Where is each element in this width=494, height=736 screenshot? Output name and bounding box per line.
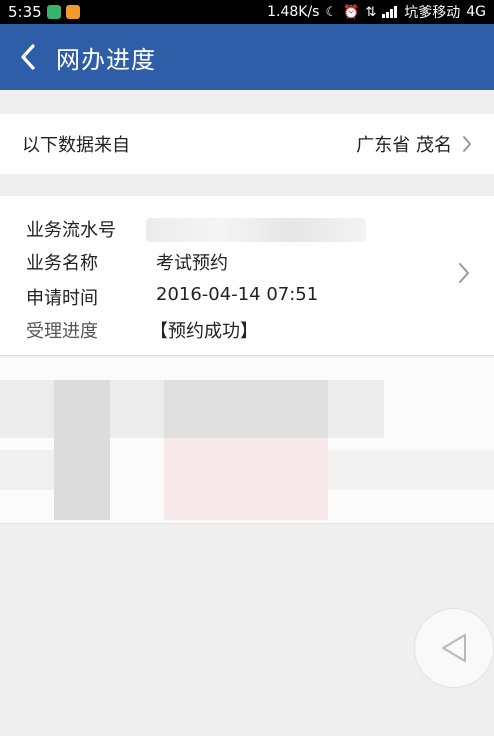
- serial-value-redacted: [146, 218, 366, 242]
- floating-back-button[interactable]: [414, 608, 494, 688]
- carrier-name: 坑爹移动: [404, 5, 461, 21]
- back-button[interactable]: [0, 24, 56, 90]
- progress-value: 【预约成功】: [150, 321, 258, 342]
- chevron-left-icon: [21, 44, 35, 70]
- chevron-right-icon: [459, 263, 469, 283]
- time-value: 2016-04-14 07:51: [156, 284, 319, 305]
- data-transfer-icon: ⇅: [365, 4, 377, 20]
- alarm-icon: ⏰: [343, 4, 360, 20]
- time-label: 申请时间: [26, 288, 98, 309]
- serial-label: 业务流水号: [26, 220, 116, 241]
- signal-icon: [382, 6, 398, 18]
- time-row: 申请时间 2016-04-14 07:51: [26, 284, 318, 310]
- title-bar: 网办进度: [0, 24, 494, 90]
- progress-label: 受理进度: [26, 321, 98, 342]
- name-value: 考试预约: [156, 253, 228, 274]
- app-notification-icon-2: [65, 5, 80, 19]
- moon-icon: ☾: [325, 4, 338, 20]
- network-speed: 1.48K/s: [267, 4, 320, 20]
- progress-record-card[interactable]: 业务流水号 业务名称 考试预约 申请时间 2016-04-14 07:51 受理…: [0, 196, 494, 356]
- redacted-record-area: [0, 358, 494, 524]
- name-label: 业务名称: [26, 253, 98, 274]
- serial-row: 业务流水号: [26, 216, 156, 242]
- data-source-location: 广东省 茂名: [356, 135, 452, 156]
- status-bar: 5:35 1.48K/s ☾ ⏰ ⇅ 坑爹移动 4G: [0, 0, 494, 24]
- data-source-row[interactable]: 以下数据来自 广东省 茂名: [0, 114, 494, 174]
- chevron-right-icon: [463, 136, 471, 152]
- status-time: 5:35: [8, 3, 42, 21]
- page-title: 网办进度: [56, 45, 156, 74]
- data-source-label: 以下数据来自: [22, 135, 130, 156]
- triangle-back-icon: [442, 634, 466, 662]
- network-type: 4G: [466, 4, 486, 20]
- progress-row: 受理进度 【预约成功】: [26, 317, 258, 343]
- name-row: 业务名称 考试预约: [26, 249, 228, 275]
- app-notification-icon: [46, 5, 61, 19]
